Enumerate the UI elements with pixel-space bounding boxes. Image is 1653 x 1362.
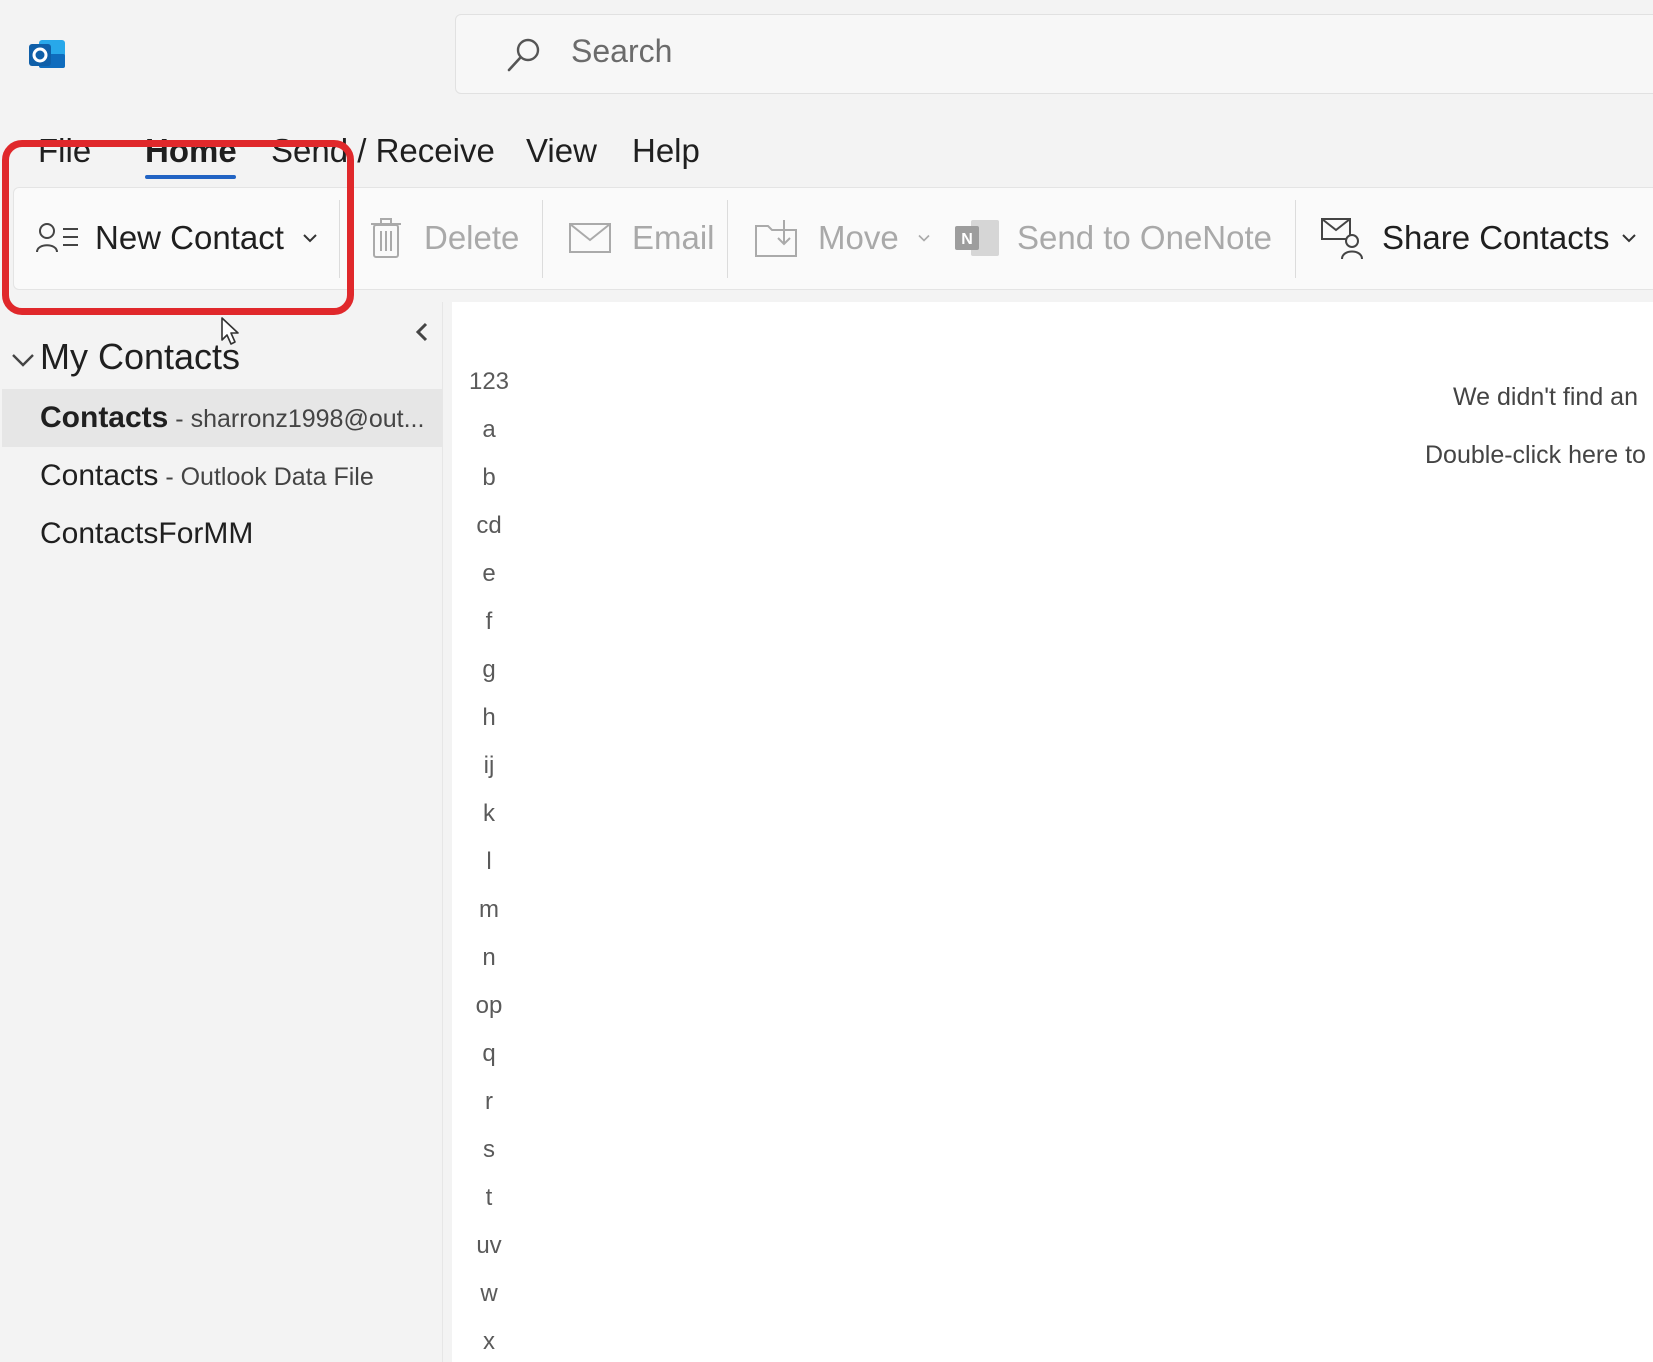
index-letter-button[interactable]: r bbox=[462, 1088, 516, 1116]
folder-item-contacts-for-mm[interactable]: ContactsForMM bbox=[2, 505, 442, 563]
my-contacts-group-label[interactable]: My Contacts bbox=[40, 336, 240, 378]
index-letter-button[interactable]: m bbox=[462, 896, 516, 924]
search-icon bbox=[507, 38, 540, 72]
folder-name: Contacts bbox=[40, 459, 159, 492]
index-letter-button[interactable]: g bbox=[462, 656, 516, 684]
folder-item-contacts-data-file[interactable]: Contacts - Outlook Data File bbox=[2, 447, 442, 505]
move-label: Move bbox=[818, 219, 899, 256]
index-letter-button[interactable]: 123 bbox=[462, 368, 516, 396]
index-letter-button[interactable]: k bbox=[462, 800, 516, 828]
index-letter-button[interactable]: ij bbox=[462, 752, 516, 780]
index-letter-button[interactable]: t bbox=[462, 1184, 516, 1212]
folder-sub-label: Outlook Data File bbox=[180, 463, 374, 491]
move-button[interactable]: Move bbox=[754, 208, 931, 268]
search-box[interactable]: Search bbox=[455, 14, 1653, 94]
index-letter-button[interactable]: a bbox=[462, 416, 516, 444]
chevron-down-icon[interactable] bbox=[10, 350, 36, 370]
share-contacts-button[interactable]: Share Contacts bbox=[1320, 208, 1637, 268]
index-letter-button[interactable]: w bbox=[462, 1280, 516, 1308]
share-contacts-label: Share Contacts bbox=[1382, 219, 1610, 256]
folder-name: Contacts bbox=[40, 401, 169, 434]
mouse-cursor-icon bbox=[221, 317, 239, 345]
index-letter-button[interactable]: uv bbox=[462, 1232, 516, 1260]
index-letter-button[interactable]: x bbox=[462, 1328, 516, 1356]
email-label: Email bbox=[632, 219, 715, 256]
send-to-onenote-button[interactable]: N Send to OneNote bbox=[953, 208, 1272, 268]
delete-button[interactable]: Delete bbox=[370, 208, 519, 268]
folder-item-contacts-account[interactable]: Contacts - sharronz1998@out... bbox=[2, 389, 442, 447]
chevron-down-icon[interactable] bbox=[917, 233, 931, 243]
delete-label: Delete bbox=[424, 219, 520, 256]
collapse-pane-icon[interactable] bbox=[412, 320, 432, 344]
index-letter-button[interactable]: l bbox=[462, 848, 516, 876]
index-letter-button[interactable]: f bbox=[462, 608, 516, 636]
index-letter-button[interactable]: h bbox=[462, 704, 516, 732]
index-letter-button[interactable]: op bbox=[462, 992, 516, 1020]
move-folder-icon bbox=[755, 220, 797, 257]
email-button[interactable]: Email bbox=[568, 208, 715, 268]
empty-state-message: We didn't find an bbox=[1453, 383, 1638, 411]
index-letter-button[interactable]: q bbox=[462, 1040, 516, 1068]
index-letter-button[interactable]: n bbox=[462, 944, 516, 972]
index-letter-button[interactable]: b bbox=[462, 464, 516, 492]
tab-view[interactable]: View bbox=[526, 132, 597, 170]
folder-name: ContactsForMM bbox=[40, 517, 254, 550]
chevron-down-icon[interactable] bbox=[1621, 232, 1637, 244]
send-to-onenote-label: Send to OneNote bbox=[1017, 219, 1273, 256]
index-letter-button[interactable]: s bbox=[462, 1136, 516, 1164]
onenote-icon: N bbox=[955, 220, 999, 256]
search-placeholder: Search bbox=[571, 33, 673, 69]
tab-help[interactable]: Help bbox=[632, 132, 700, 170]
highlight-annotation bbox=[2, 140, 354, 315]
ribbon-separator bbox=[727, 200, 728, 278]
folder-sub-label: sharronz1998@out... bbox=[190, 405, 425, 433]
empty-state-hint[interactable]: Double-click here to bbox=[1425, 441, 1646, 470]
index-letter-button[interactable]: e bbox=[462, 560, 516, 588]
svg-text:N: N bbox=[961, 231, 973, 248]
ribbon-separator bbox=[542, 200, 543, 278]
outlook-logo-icon bbox=[29, 40, 65, 68]
share-contacts-icon bbox=[1321, 218, 1363, 260]
pane-divider bbox=[442, 302, 443, 1362]
index-letter-button[interactable]: cd bbox=[462, 512, 516, 540]
trash-icon bbox=[371, 218, 401, 258]
ribbon-separator bbox=[1295, 200, 1296, 278]
envelope-icon bbox=[569, 223, 611, 253]
